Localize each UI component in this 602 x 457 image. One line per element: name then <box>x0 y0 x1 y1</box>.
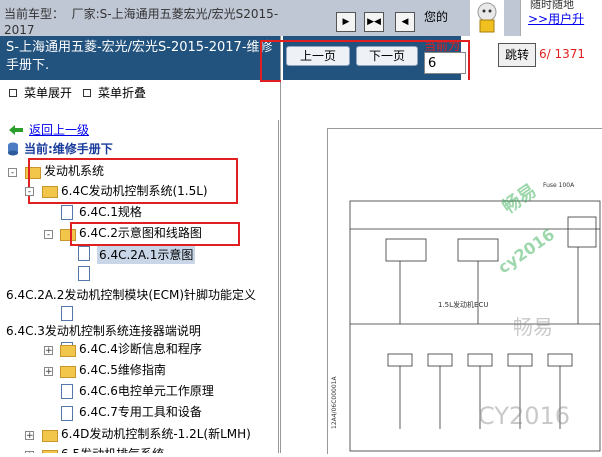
watermark-text: CY2016 <box>478 402 570 430</box>
highlight-box <box>70 222 240 246</box>
tree-item[interactable]: 6.4C.7专用工具和设备 <box>79 403 202 421</box>
tree-expander[interactable]: - <box>25 187 34 197</box>
split-icon[interactable]: ▶◀ <box>364 12 384 32</box>
tree-item[interactable]: 6.4C.1规格 <box>79 203 142 221</box>
watermark-text: 畅易 <box>513 315 553 339</box>
user-label: 您的 <box>424 10 449 24</box>
document-icon <box>61 205 73 220</box>
tree-expander[interactable]: - <box>44 230 53 240</box>
mascot-logo <box>470 0 504 36</box>
tree-item[interactable]: 6.4C.6电控单元工作原理 <box>79 382 214 400</box>
page-count: 6/ 1371 <box>539 47 586 61</box>
collapse-icon <box>83 89 91 97</box>
tree-item-selected[interactable]: 6.4C.2A.1示意图 <box>97 246 196 264</box>
folder-icon <box>60 366 76 378</box>
jump-button[interactable]: 跳转 <box>498 43 536 67</box>
mascot-icon <box>477 2 497 33</box>
expand-all-button[interactable]: 菜单展开 <box>24 84 72 101</box>
folder-icon <box>42 186 58 198</box>
fuse-label: Fuse 100A <box>543 182 575 189</box>
watermark-text: cy2016 <box>494 225 558 278</box>
expand-icon <box>9 89 17 97</box>
watermark-gray: 畅易 CY2016 <box>478 315 570 430</box>
watermark: 畅易 cy2016 <box>494 179 558 277</box>
tree-expander[interactable]: - <box>8 168 17 178</box>
highlight-box <box>260 40 470 82</box>
tree-item[interactable]: 6.4C.2A.2发动机控制模块(ECM)针脚功能定义 <box>6 286 256 304</box>
back-arrow-icon <box>9 125 23 135</box>
wiring-diagram: Fuse 100A 1.5L发动机ECU 12A4/06C00001A 畅易 c… <box>331 179 601 452</box>
current-location: 当前:维修手册下 <box>24 142 113 156</box>
wiring-diagram-page: Fuse 100A 1.5L发动机ECU 12A4/06C00001A 畅易 c… <box>327 128 602 454</box>
module-label: 1.5L发动机ECU <box>438 300 488 309</box>
collapse-all-button[interactable]: 菜单折叠 <box>98 84 146 101</box>
play-left-icon[interactable]: ◀ <box>395 12 415 32</box>
tree-item[interactable]: 6.4D发动机控制系统-1.2L(新LMH) <box>61 425 251 443</box>
document-icon <box>61 306 73 321</box>
document-icon <box>61 406 73 421</box>
tree-item[interactable]: 6.4C发动机控制系统(1.5L) <box>61 182 208 200</box>
watermark-text: 畅易 <box>498 179 540 218</box>
document-icon <box>61 384 73 399</box>
current-model-label: 当前车型： 厂家:S-上海通用五菱宏光/宏光S2015-2017 <box>4 7 279 37</box>
folder-icon <box>60 345 76 357</box>
tree-expander[interactable]: + <box>44 346 53 356</box>
document-icon <box>78 266 90 281</box>
back-link[interactable]: 返回上一级 <box>29 121 89 139</box>
side-code: 12A4/06C00001A <box>331 376 338 429</box>
tree-expander[interactable]: + <box>44 367 53 377</box>
toc-tree: 返回上一级 当前:维修手册下 - 发动机系统 - 6.4C发动机控制系统(1.5… <box>0 120 279 453</box>
tree-item[interactable]: 6.5发动机排气系统 <box>61 445 164 453</box>
document-icon <box>78 246 90 261</box>
play-right-icon[interactable]: ▶ <box>336 12 356 32</box>
folder-icon <box>42 430 58 442</box>
tree-item[interactable]: 6.4C.4诊断信息和程序 <box>79 340 202 358</box>
tree-item[interactable]: 6.4C.3发动机控制系统连接器端说明 <box>6 322 201 340</box>
tree-item[interactable]: 6.4C.5维修指南 <box>79 361 166 379</box>
upgrade-link[interactable]: >>用户升 <box>528 10 584 27</box>
manual-title: S-上海通用五菱-宏光/宏光S-2015-2017-维修手册下. <box>0 36 280 80</box>
tree-expander[interactable]: + <box>25 431 34 441</box>
database-icon <box>8 142 18 156</box>
